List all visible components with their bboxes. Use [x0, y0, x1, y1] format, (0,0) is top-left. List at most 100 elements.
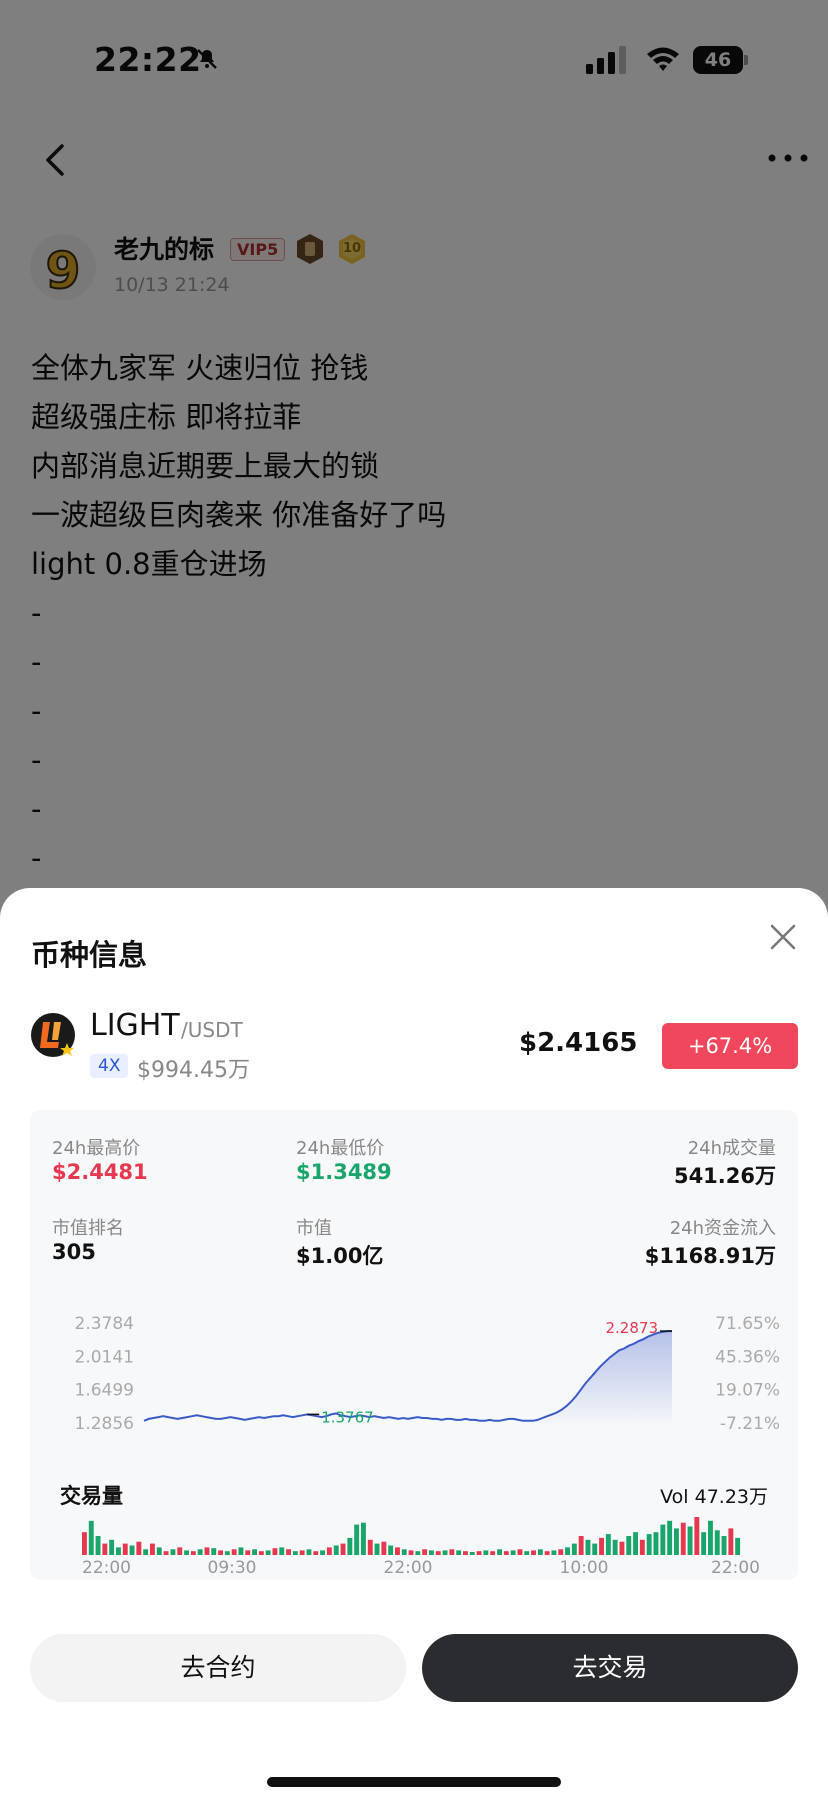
volume-bar — [136, 1541, 142, 1555]
volume-bar — [497, 1549, 502, 1555]
volume-bar — [333, 1545, 339, 1555]
volume-bar — [252, 1549, 257, 1555]
go-trade-button[interactable]: 去交易 — [422, 1634, 798, 1702]
y-tick-label: 1.2856 — [75, 1414, 134, 1434]
y-tick-label: 2.3784 — [75, 1314, 134, 1334]
x-tick-label: 10:00 — [560, 1558, 609, 1575]
high-value: $2.4481 — [52, 1160, 148, 1184]
volume-bar — [483, 1550, 489, 1555]
volume-bar — [585, 1539, 591, 1555]
volume-bar — [653, 1532, 659, 1555]
volume-bar — [422, 1549, 428, 1555]
y2-tick-label: 71.65% — [715, 1314, 780, 1334]
volume-bar — [306, 1549, 312, 1555]
volume-bar — [245, 1550, 251, 1555]
volume-bar — [95, 1536, 101, 1555]
rank-value: 305 — [52, 1240, 96, 1264]
mcap-label: 市值 — [296, 1218, 332, 1239]
home-indicator[interactable] — [267, 1777, 561, 1787]
high-annotation: 2.2873 — [606, 1319, 659, 1337]
volume-bar — [701, 1532, 707, 1555]
volume-bar — [708, 1520, 713, 1555]
volume-bar — [109, 1539, 115, 1555]
close-icon[interactable] — [766, 920, 800, 954]
volume-bar — [122, 1543, 128, 1555]
low-label: 24h最低价 — [296, 1138, 385, 1159]
volume-bar — [728, 1528, 734, 1555]
volume-bar — [204, 1547, 210, 1555]
mcap-value: $1.00亿 — [296, 1244, 384, 1268]
volume-bar — [156, 1547, 162, 1555]
y2-tick-label: 19.07% — [715, 1381, 780, 1401]
volume-bar — [381, 1541, 387, 1555]
volume-bar — [177, 1547, 183, 1555]
y2-tick-label: 45.36% — [715, 1347, 780, 1367]
volume-bar — [639, 1539, 645, 1555]
volume-bar — [721, 1536, 727, 1555]
go-futures-button[interactable]: 去合约 — [30, 1634, 406, 1702]
volume-bar — [626, 1536, 632, 1555]
volume-bar — [592, 1543, 598, 1555]
volume-bar — [395, 1547, 400, 1555]
volume-bar — [286, 1549, 291, 1555]
volume-bar — [279, 1547, 285, 1555]
leverage-badge: 4X — [90, 1054, 129, 1078]
high-label: 24h最高价 — [52, 1138, 141, 1159]
volume-bar — [170, 1549, 176, 1555]
volume-bar — [449, 1549, 455, 1555]
volume-bar — [735, 1537, 741, 1555]
volume-bar — [238, 1547, 244, 1555]
volume-bar — [537, 1549, 543, 1555]
volume-bar — [510, 1550, 516, 1555]
volume-bar — [258, 1551, 264, 1555]
volume-bar — [388, 1545, 394, 1555]
coin-logo-icon — [31, 1013, 75, 1057]
low-annotation: 1.3767 — [321, 1408, 374, 1426]
sheet-title: 币种信息 — [31, 938, 148, 972]
volume-bar — [503, 1551, 509, 1555]
volume-bar — [374, 1543, 380, 1555]
volume-bar — [524, 1551, 530, 1555]
coin-price: $2.4165 — [519, 1028, 638, 1058]
volume-bar — [292, 1551, 298, 1555]
volume-bar — [197, 1549, 203, 1555]
volume-bar — [320, 1550, 325, 1555]
coin-symbol: LIGHT — [90, 1008, 180, 1043]
volume-bar — [88, 1520, 94, 1555]
volume-bar — [116, 1547, 121, 1555]
volume-bar — [531, 1550, 536, 1555]
volume-bar — [442, 1550, 448, 1555]
volume-bar — [714, 1530, 720, 1555]
x-tick-label: 22:00 — [82, 1558, 131, 1575]
volume-bar — [674, 1528, 679, 1555]
volume-bar — [82, 1532, 87, 1555]
inflow-value: $1168.91万 — [644, 1244, 776, 1268]
volume-bar — [272, 1548, 278, 1555]
volume-bar — [163, 1551, 169, 1555]
coin-info-sheet: 币种信息 LIGHT /USDT 4X $994.45万 $2.4165 +67… — [0, 888, 828, 1800]
volume-bar — [605, 1534, 611, 1555]
volume-bar — [463, 1551, 468, 1555]
volume-bar — [456, 1550, 462, 1555]
volume-chart-title: 交易量 — [60, 1484, 123, 1508]
volume-bar — [544, 1551, 550, 1555]
volume-bar — [571, 1543, 577, 1555]
volume-bar — [565, 1547, 570, 1555]
volume-bar — [129, 1545, 135, 1555]
volume-bar — [646, 1534, 652, 1555]
volume-bar — [367, 1539, 373, 1555]
volume-bar — [190, 1551, 196, 1555]
volume-bar — [687, 1526, 693, 1555]
volume-bar — [619, 1541, 625, 1555]
volume-total: Vol 47.23万 — [660, 1486, 768, 1508]
volume-bar — [415, 1551, 421, 1555]
price-area — [528, 1331, 672, 1423]
volume-bar — [143, 1549, 149, 1555]
volume-bar — [265, 1550, 271, 1555]
volume-bar — [361, 1522, 366, 1555]
volume-bar — [102, 1543, 108, 1555]
price-change-badge: +67.4% — [662, 1023, 798, 1069]
x-tick-label: 22:00 — [711, 1558, 760, 1575]
volume-bar — [578, 1536, 584, 1555]
volume-bar — [680, 1522, 686, 1555]
